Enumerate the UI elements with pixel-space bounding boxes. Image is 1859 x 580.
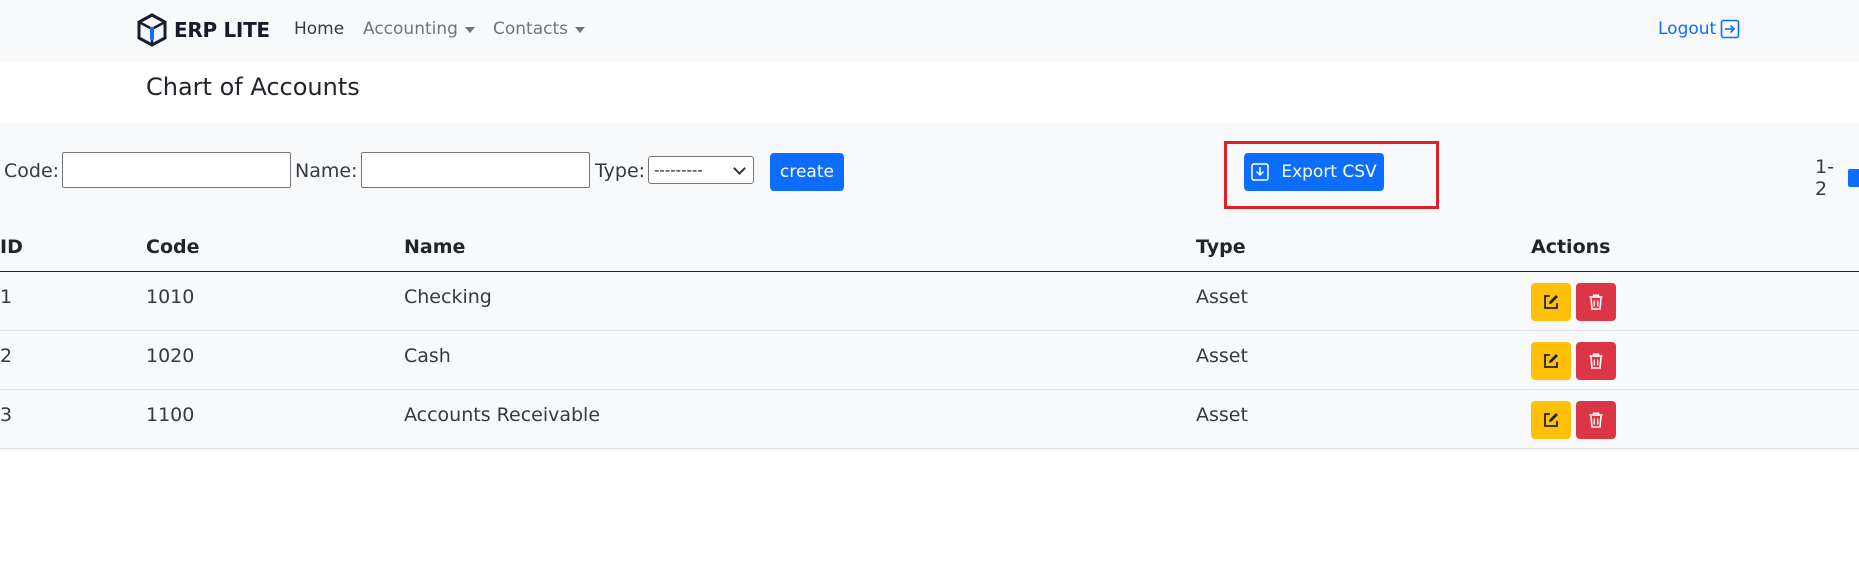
pagination-range: 1-2 bbox=[1815, 156, 1834, 200]
cell-type: Asset bbox=[1196, 286, 1248, 308]
cell-name: Cash bbox=[404, 345, 451, 367]
column-header-id: ID bbox=[0, 236, 23, 258]
code-input[interactable] bbox=[62, 152, 291, 188]
cell-id: 3 bbox=[0, 404, 13, 426]
brand[interactable]: ERP LITE bbox=[136, 12, 270, 48]
download-icon bbox=[1251, 163, 1270, 181]
name-label: Name: bbox=[295, 160, 358, 182]
edit-icon bbox=[1544, 354, 1558, 368]
edit-icon bbox=[1544, 413, 1558, 427]
cell-type: Asset bbox=[1196, 345, 1248, 367]
delete-button[interactable] bbox=[1576, 283, 1616, 321]
export-csv-button[interactable]: Export CSV bbox=[1244, 153, 1384, 191]
type-select-value: --------- bbox=[654, 161, 703, 179]
cell-id: 2 bbox=[0, 345, 13, 367]
delete-button[interactable] bbox=[1576, 342, 1616, 380]
trash-icon bbox=[1589, 294, 1603, 310]
chevron-down-icon bbox=[733, 161, 746, 175]
cell-name: Accounts Receivable bbox=[404, 404, 601, 426]
caret-down-icon bbox=[464, 27, 475, 33]
table-row: 1 1010 Checking Asset bbox=[0, 272, 1859, 331]
edit-button[interactable] bbox=[1531, 401, 1571, 439]
edit-button[interactable] bbox=[1531, 283, 1571, 321]
cell-code: 1020 bbox=[146, 345, 195, 367]
page-title: Chart of Accounts bbox=[146, 73, 360, 101]
nav-accounting-label: Accounting bbox=[363, 19, 458, 39]
cell-name: Checking bbox=[404, 286, 492, 308]
table-row: 2 1020 Cash Asset bbox=[0, 331, 1859, 390]
nav-contacts-dropdown[interactable]: Contacts bbox=[493, 19, 585, 39]
export-csv-label: Export CSV bbox=[1281, 162, 1377, 182]
create-button[interactable]: create bbox=[770, 153, 844, 191]
logout-label: Logout bbox=[1658, 19, 1717, 39]
type-select[interactable]: --------- bbox=[648, 156, 754, 184]
cube-logo-icon bbox=[137, 13, 167, 47]
column-header-type: Type bbox=[1196, 236, 1246, 258]
code-label: Code: bbox=[4, 160, 60, 182]
nav-home[interactable]: Home bbox=[294, 19, 344, 39]
nav-contacts-label: Contacts bbox=[493, 19, 568, 39]
logout-icon bbox=[1720, 19, 1740, 39]
cell-id: 1 bbox=[0, 286, 13, 308]
navbar: ERP LITE Home Accounting Contacts Logout bbox=[0, 0, 1859, 61]
delete-button[interactable] bbox=[1576, 401, 1616, 439]
column-header-code: Code bbox=[146, 236, 200, 258]
table-row: 3 1100 Accounts Receivable Asset bbox=[0, 390, 1859, 449]
nav-accounting-dropdown[interactable]: Accounting bbox=[363, 19, 475, 39]
column-header-name: Name bbox=[404, 236, 466, 258]
trash-icon bbox=[1589, 412, 1603, 428]
edit-button[interactable] bbox=[1531, 342, 1571, 380]
type-label: Type: bbox=[595, 160, 646, 182]
brand-name: ERP LITE bbox=[174, 18, 270, 42]
edit-icon bbox=[1544, 295, 1558, 309]
trash-icon bbox=[1589, 353, 1603, 369]
name-input[interactable] bbox=[361, 152, 590, 188]
caret-down-icon bbox=[575, 27, 585, 33]
cell-code: 1100 bbox=[146, 404, 195, 426]
nav-home-label: Home bbox=[294, 19, 345, 39]
column-header-actions: Actions bbox=[1531, 236, 1611, 258]
next-page-icon[interactable] bbox=[1848, 169, 1859, 187]
cell-code: 1010 bbox=[146, 286, 195, 308]
create-button-label: create bbox=[780, 162, 834, 182]
logout-link[interactable]: Logout bbox=[1658, 19, 1740, 39]
cell-type: Asset bbox=[1196, 404, 1248, 426]
pagination: 1-2 bbox=[1815, 156, 1859, 200]
